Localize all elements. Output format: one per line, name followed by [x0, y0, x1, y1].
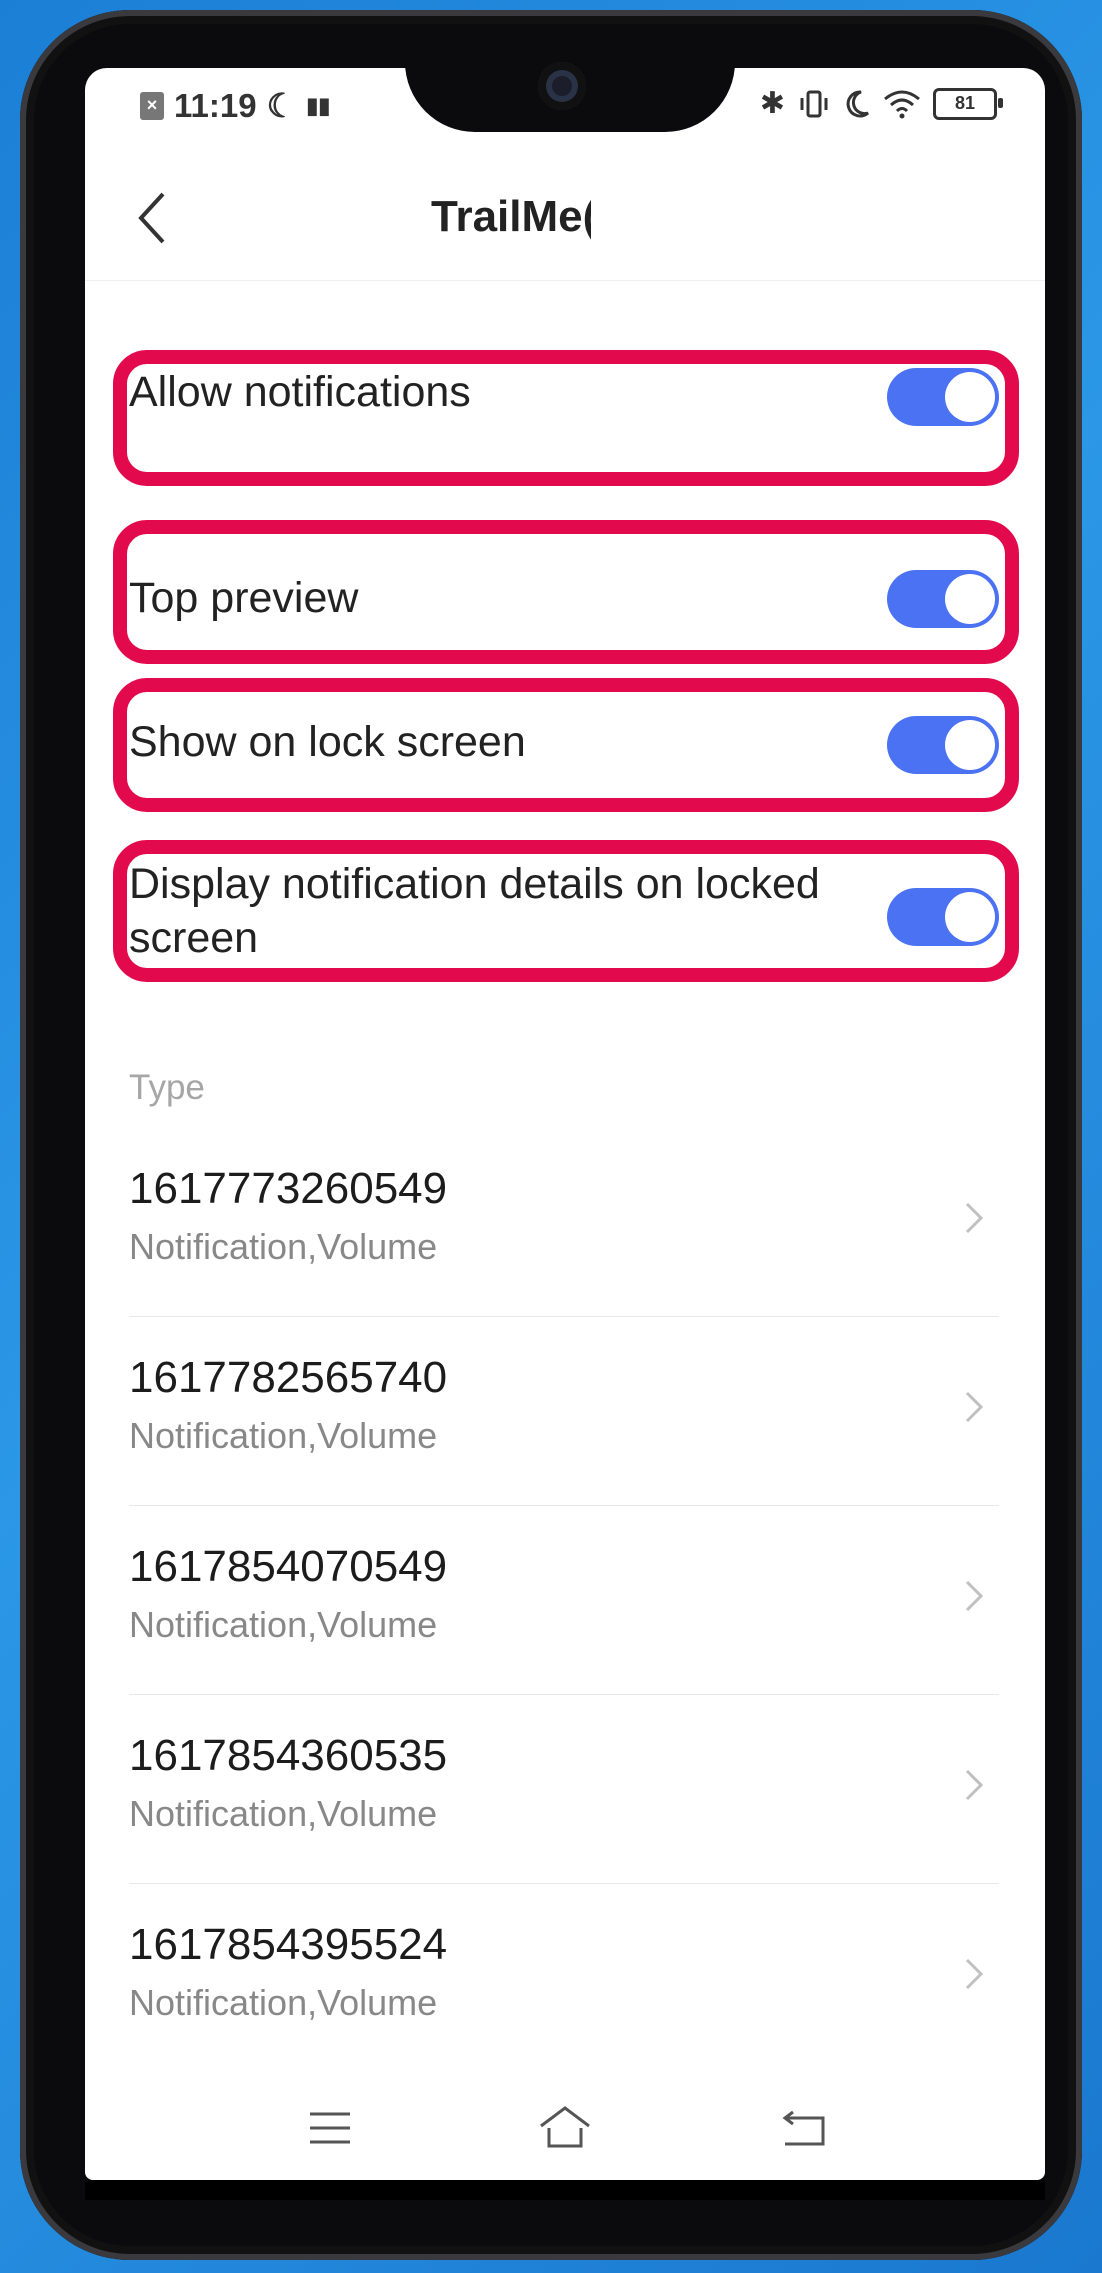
screen: × 11:19 ☾ ▮▮ ✱ 81 TrailMe(Allow notific…	[85, 68, 1045, 2180]
channel-id: 1617854360535	[129, 1731, 448, 1780]
menu-icon[interactable]	[300, 2098, 360, 2158]
navigation-bar	[85, 2078, 1045, 2178]
channel-id: 1617854070549	[129, 1542, 448, 1591]
moon-icon	[846, 89, 869, 117]
list-item[interactable]: 1617854360535 Notification,Volume	[129, 1695, 999, 1884]
channel-sub: Notification,Volume	[129, 1415, 438, 1456]
channel-sub: Notification,Volume	[129, 1604, 438, 1645]
toggle-knob	[945, 720, 995, 770]
show-on-lock-screen-label: Show on lock screen	[129, 718, 526, 766]
status-right: ✱ 81	[759, 86, 1003, 121]
channel-id: 1617854395524	[129, 1920, 448, 1969]
list-item[interactable]: 1617782565740 Notification,Volume	[129, 1317, 999, 1506]
list-item[interactable]: 1617854070549 Notification,Volume	[129, 1506, 999, 1695]
top-preview-label: Top preview	[129, 574, 359, 622]
type-section-label: Type	[129, 1068, 205, 1107]
channel-id: 1617773260549	[129, 1164, 448, 1213]
page-title: TrailMe(	[431, 192, 591, 241]
display-details-toggle[interactable]	[887, 888, 999, 946]
channel-sub: Notification,Volume	[129, 1226, 438, 1267]
list-item[interactable]: 1617773260549 Notification,Volume	[129, 1128, 999, 1317]
front-camera	[538, 62, 586, 110]
show-on-lock-screen-toggle[interactable]	[887, 716, 999, 774]
status-time: 11:19	[174, 86, 257, 124]
top-preview-row[interactable]: Top preview	[129, 558, 999, 638]
status-left: × 11:19 ☾ ▮▮	[140, 86, 330, 125]
app-header: TrailMe(	[85, 158, 1045, 281]
chevron-right-icon	[965, 1769, 984, 1801]
phone-chin	[85, 2180, 1045, 2200]
chevron-right-icon	[965, 1958, 984, 1990]
moon-icon: ☾	[266, 87, 297, 124]
toggle-knob	[945, 372, 995, 422]
wifi-icon	[884, 90, 920, 118]
book-icon: ▮▮	[306, 92, 331, 118]
channel-sub: Notification,Volume	[129, 1793, 438, 1834]
allow-notifications-row[interactable]: Allow notifications	[129, 358, 999, 438]
back-icon[interactable]	[775, 2098, 835, 2158]
toggle-knob	[945, 892, 995, 942]
chevron-left-icon[interactable]	[133, 188, 173, 248]
channel-id: 1617782565740	[129, 1353, 448, 1402]
display-details-row[interactable]: Display notification details on locked s…	[129, 858, 999, 978]
bluetooth-icon: ✱	[759, 87, 785, 120]
home-icon[interactable]	[535, 2098, 595, 2158]
toggle-knob	[945, 574, 995, 624]
notification-icon: ×	[140, 91, 164, 120]
battery-icon: 81	[933, 87, 1003, 120]
allow-notifications-label: Allow notifications	[129, 368, 471, 416]
chevron-right-icon	[965, 1391, 984, 1423]
show-on-lock-screen-row[interactable]: Show on lock screen	[129, 708, 999, 788]
vibrate-icon	[800, 90, 828, 117]
allow-notifications-toggle[interactable]	[887, 368, 999, 426]
top-preview-toggle[interactable]	[887, 570, 999, 628]
channel-sub: Notification,Volume	[129, 1982, 438, 2023]
display-details-label: Display notification details on locked s…	[129, 860, 820, 962]
chevron-right-icon	[965, 1580, 984, 1612]
battery-level: 81	[954, 93, 976, 113]
chevron-right-icon	[965, 1202, 984, 1234]
list-item[interactable]: 1617854395524 Notification,Volume	[129, 1884, 999, 2072]
